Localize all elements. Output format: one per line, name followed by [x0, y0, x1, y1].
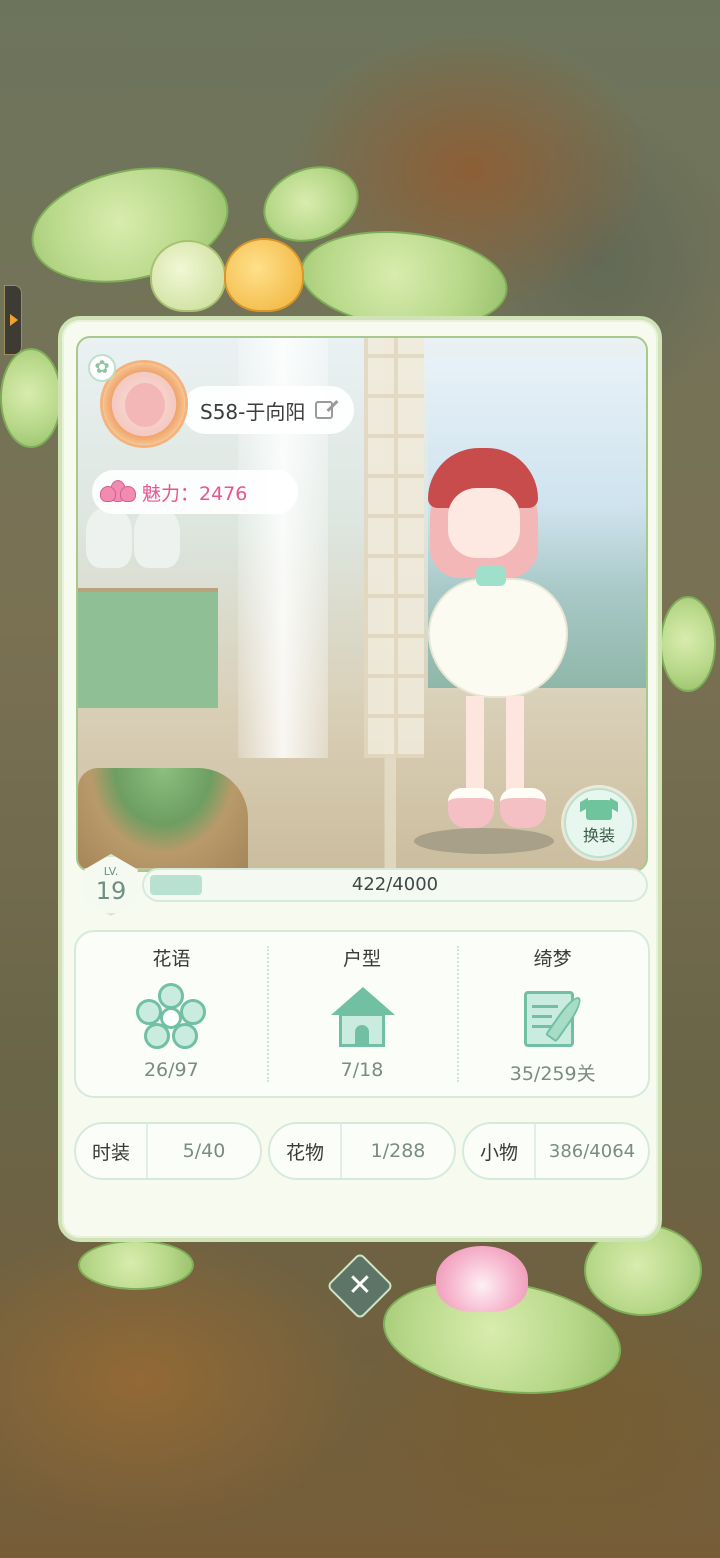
- collection-items[interactable]: 小物 386/4064: [462, 1122, 650, 1180]
- player-name-pill[interactable]: S58-于向阳: [182, 386, 354, 434]
- collection-value: 1/288: [370, 1140, 426, 1162]
- collection-label: 时装: [76, 1124, 149, 1178]
- collection-label: 花物: [270, 1124, 343, 1178]
- character-bow: [476, 566, 506, 586]
- stats-panel: 花语 26/97 户型 7/18 绮梦 35/259关: [74, 930, 650, 1098]
- close-icon: ✕: [347, 1268, 373, 1303]
- collection-label: 小物: [464, 1124, 537, 1178]
- stat-value: 7/18: [340, 1059, 384, 1081]
- lotus-leaf-decoration: [0, 348, 62, 448]
- player-name: S58-于向阳: [200, 399, 306, 424]
- shirt-icon: [586, 800, 612, 820]
- arrow-right-icon: [10, 314, 18, 326]
- character-avatar-full[interactable]: [408, 448, 578, 858]
- settings-gear-icon[interactable]: ✿: [88, 354, 116, 382]
- lotus-leaf-decoration: [660, 596, 716, 692]
- collection-fashion[interactable]: 时装 5/40: [74, 1122, 262, 1180]
- side-table: [78, 588, 218, 708]
- flower-icon: [136, 983, 207, 1053]
- exp-progress-bar: 422/4000: [142, 868, 648, 902]
- stat-value: 26/97: [143, 1059, 199, 1081]
- edit-icon[interactable]: [315, 401, 334, 419]
- vase: [86, 508, 132, 568]
- lotus-flower-decoration: [436, 1246, 528, 1312]
- character-boot: [448, 788, 494, 828]
- stat-title: 绮梦: [533, 948, 572, 970]
- profile-card: S58-于向阳 ✿ 魅力：2476 换装 422/4000 LV. 19 花语 …: [58, 316, 662, 1242]
- gold-pouch-decoration: [224, 238, 304, 312]
- vase: [134, 508, 180, 568]
- lotus-charm-icon: [100, 478, 136, 506]
- level-number: 19: [95, 877, 127, 905]
- collection-value: 5/40: [182, 1140, 226, 1162]
- collection-flowers[interactable]: 花物 1/288: [268, 1122, 456, 1180]
- change-outfit-label: 换装: [582, 826, 615, 845]
- collection-value: 386/4064: [548, 1140, 636, 1162]
- stat-huayu[interactable]: 花语 26/97: [76, 932, 267, 1096]
- lotus-leaf-decoration: [78, 1240, 194, 1290]
- stat-title: 户型: [343, 948, 382, 970]
- character-boot: [500, 788, 546, 828]
- book-quill-icon: [518, 983, 588, 1053]
- charm-pill: 魅力：2476: [92, 470, 298, 514]
- stat-value: 35/259关: [509, 1063, 596, 1085]
- house-icon: [327, 983, 397, 1053]
- stat-huxing[interactable]: 户型 7/18: [266, 932, 458, 1096]
- avatar-portrait: [125, 383, 165, 427]
- zongzi-basket: [78, 768, 248, 868]
- change-outfit-button[interactable]: 换装: [564, 788, 634, 858]
- character-dress: [428, 578, 568, 698]
- charm-value: 魅力：2476: [142, 482, 248, 505]
- character-scene: S58-于向阳 ✿ 魅力：2476 换装: [76, 336, 648, 872]
- stat-title: 花语: [152, 948, 191, 970]
- character-face: [448, 488, 520, 558]
- stat-qimeng[interactable]: 绮梦 35/259关: [457, 932, 648, 1096]
- exp-text: 422/4000: [351, 874, 439, 895]
- side-expand-tab[interactable]: [4, 285, 22, 355]
- green-pouch-decoration: [150, 240, 226, 312]
